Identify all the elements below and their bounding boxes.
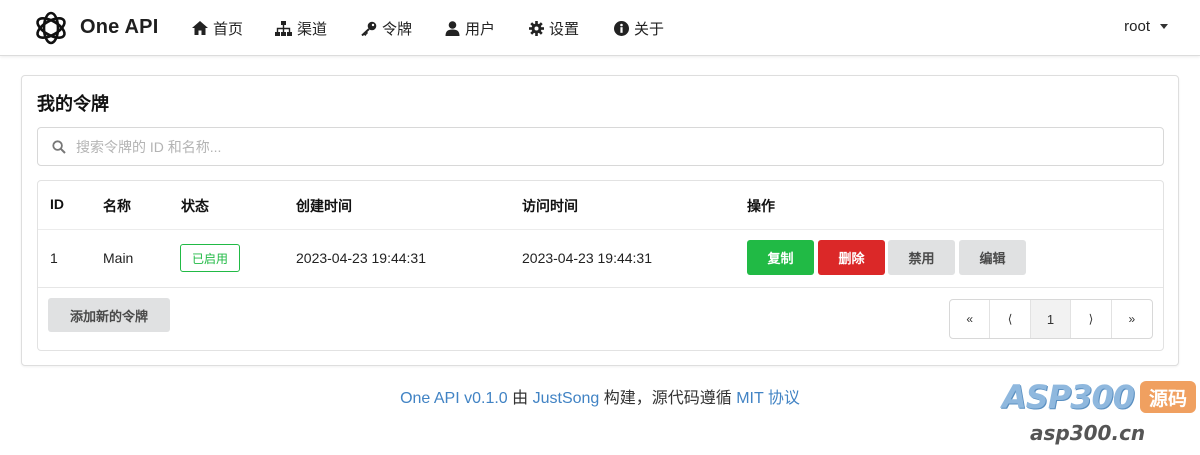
caret-down-icon — [1160, 24, 1168, 29]
next-page-button[interactable]: ⟩ — [1071, 300, 1112, 338]
search-icon — [52, 140, 66, 154]
gear-icon — [529, 20, 544, 36]
tokens-card: 我的令牌 ID 名称 状态 创建时间 访问时间 操作 1 Main 已启用 20… — [21, 75, 1179, 366]
nav-label: 首页 — [213, 20, 244, 38]
first-page-button[interactable]: « — [950, 300, 991, 338]
nav-item-users[interactable]: 用户 — [445, 17, 495, 39]
nav-item-tokens[interactable]: 令牌 — [361, 17, 412, 39]
openai-logo-icon[interactable] — [33, 10, 69, 46]
nav-item-home[interactable]: 首页 — [192, 17, 243, 39]
app-name[interactable]: One API — [80, 16, 158, 39]
key-icon — [361, 21, 377, 36]
status-badge: 已启用 — [180, 244, 240, 272]
nav-label: 关于 — [634, 20, 665, 38]
footer-text: 由 — [507, 390, 533, 407]
prev-page-button[interactable]: ⟨ — [990, 300, 1031, 338]
username: root — [1124, 18, 1150, 35]
edit-button[interactable]: 编辑 — [959, 240, 1026, 275]
column-header-id[interactable]: ID — [50, 196, 64, 212]
author-link[interactable]: JustSong — [533, 390, 600, 407]
watermark-brand: ASP300 — [1002, 378, 1135, 416]
top-navbar: One API 首页 渠道 令牌 用户 设置 关于 root — [0, 0, 1200, 56]
delete-button[interactable]: 删除 — [818, 240, 885, 275]
user-icon — [445, 20, 460, 36]
column-header-name[interactable]: 名称 — [103, 196, 131, 216]
column-header-status[interactable]: 状态 — [181, 196, 209, 216]
nav-label: 设置 — [549, 20, 580, 38]
search-box — [37, 127, 1164, 166]
column-header-actions: 操作 — [747, 198, 775, 214]
cell-created-time: 2023-04-23 19:44:31 — [296, 250, 426, 266]
user-dropdown[interactable]: root — [1124, 18, 1168, 35]
page-title: 我的令牌 — [37, 94, 109, 114]
nav-item-settings[interactable]: 设置 — [529, 17, 579, 39]
row-divider — [38, 287, 1163, 288]
info-icon — [614, 20, 629, 36]
nav-label: 用户 — [465, 20, 496, 38]
disable-button[interactable]: 禁用 — [888, 240, 955, 275]
last-page-button[interactable]: » — [1112, 300, 1152, 338]
sitemap-icon — [275, 20, 292, 36]
watermark-domain: asp300.cn — [1030, 421, 1146, 445]
copy-button[interactable]: 复制 — [747, 240, 814, 275]
nav-label: 令牌 — [382, 20, 413, 38]
cell-id: 1 — [50, 250, 58, 266]
nav-label: 渠道 — [297, 20, 328, 38]
add-token-button[interactable]: 添加新的令牌 — [48, 298, 170, 332]
license-link[interactable]: MIT 协议 — [736, 390, 800, 407]
nav-item-about[interactable]: 关于 — [614, 17, 664, 39]
home-icon — [192, 21, 208, 35]
search-input[interactable] — [76, 128, 1156, 165]
watermark-badge: 源码 — [1140, 381, 1196, 413]
column-header-created[interactable]: 创建时间 — [296, 196, 352, 216]
footer-text: 构建，源代码遵循 — [599, 390, 737, 407]
column-header-accessed[interactable]: 访问时间 — [522, 196, 578, 216]
page-1-button[interactable]: 1 — [1030, 300, 1072, 338]
nav-item-channels[interactable]: 渠道 — [275, 17, 327, 39]
version-link[interactable]: One API v0.1.0 — [400, 390, 508, 407]
header-divider — [38, 229, 1163, 230]
tokens-table: ID 名称 状态 创建时间 访问时间 操作 1 Main 已启用 2023-04… — [37, 180, 1164, 351]
cell-accessed-time: 2023-04-23 19:44:31 — [522, 250, 652, 266]
pagination: « ⟨ 1 ⟩ » — [949, 299, 1153, 339]
cell-name: Main — [103, 250, 134, 266]
